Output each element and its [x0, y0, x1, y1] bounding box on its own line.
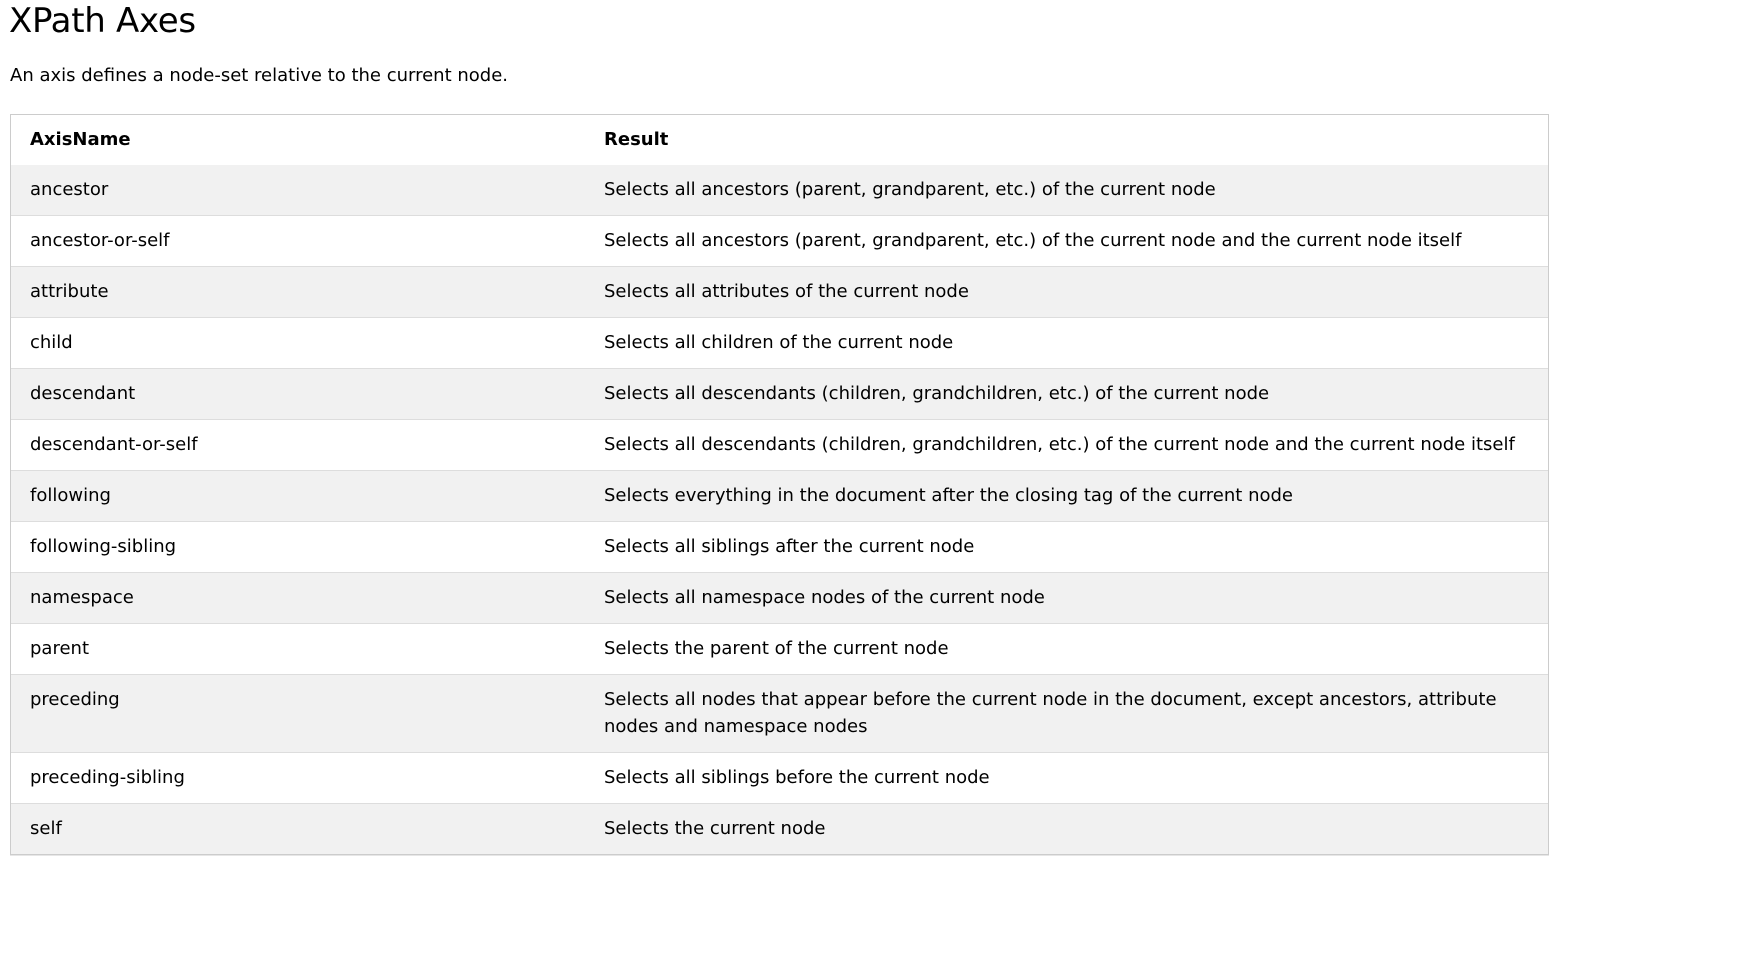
axis-name-cell: self [30, 818, 62, 839]
axis-name-cell: ancestor-or-self [30, 230, 170, 251]
table-row: attribute Selects all attributes of the … [11, 266, 1548, 318]
axes-table-container: AxisName Result ancestor Selects all anc… [10, 114, 1549, 855]
axis-name-cell: ancestor [30, 179, 109, 200]
axis-result-cell: Selects all attributes of the current no… [604, 281, 969, 302]
axis-result-cell: Selects the current node [604, 818, 826, 839]
table-row: preceding-sibling Selects all siblings b… [11, 752, 1548, 804]
table-row: namespace Selects all namespace nodes of… [11, 572, 1548, 624]
axis-result-cell: Selects all descendants (children, grand… [604, 383, 1270, 404]
axes-table: AxisName Result ancestor Selects all anc… [11, 115, 1548, 854]
axis-name-cell: descendant [30, 383, 136, 404]
axis-result-cell: Selects all namespace nodes of the curre… [604, 587, 1045, 608]
table-row: descendant Selects all descendants (chil… [11, 368, 1548, 420]
axis-name-cell: preceding [30, 689, 120, 710]
axis-name-cell: descendant-or-self [30, 434, 198, 455]
table-row: following-sibling Selects all siblings a… [11, 521, 1548, 573]
table-row: ancestor-or-self Selects all ancestors (… [11, 215, 1548, 267]
axis-name-cell: parent [30, 638, 90, 659]
page-title: XPath Axes [9, 1, 196, 41]
axis-name-cell: preceding-sibling [30, 767, 185, 788]
axis-result-cell: Selects everything in the document after… [604, 485, 1293, 506]
axis-result-cell: Selects all children of the current node [604, 332, 954, 353]
table-header-row: AxisName Result [11, 115, 1548, 165]
header-result: Result [604, 129, 669, 150]
table-row: descendant-or-self Selects all descendan… [11, 419, 1548, 471]
section-divider [10, 855, 1549, 856]
axis-name-cell: following-sibling [30, 536, 177, 557]
axis-result-cell: Selects the parent of the current node [604, 638, 949, 659]
axis-result-cell: Selects all nodes that appear before the… [604, 689, 1497, 737]
table-row: child Selects all children of the curren… [11, 317, 1548, 369]
axis-result-cell: Selects all ancestors (parent, grandpare… [604, 230, 1462, 251]
axis-name-cell: following [30, 485, 111, 506]
table-row: self Selects the current node [11, 803, 1548, 854]
axis-result-cell: Selects all ancestors (parent, grandpare… [604, 179, 1216, 200]
axis-result-cell: Selects all siblings after the current n… [604, 536, 975, 557]
header-axisname: AxisName [30, 129, 131, 150]
axis-result-cell: Selects all descendants (children, grand… [604, 434, 1515, 455]
page: XPath Axes An axis defines a node-set re… [0, 0, 1754, 970]
axis-name-cell: namespace [30, 587, 134, 608]
table-row: ancestor Selects all ancestors (parent, … [11, 165, 1548, 216]
axis-name-cell: attribute [30, 281, 109, 302]
table-row: preceding Selects all nodes that appear … [11, 674, 1548, 753]
axis-name-cell: child [30, 332, 73, 353]
table-row: parent Selects the parent of the current… [11, 623, 1548, 675]
axis-result-cell: Selects all siblings before the current … [604, 767, 990, 788]
intro-text: An axis defines a node-set relative to t… [10, 65, 509, 86]
table-row: following Selects everything in the docu… [11, 470, 1548, 522]
